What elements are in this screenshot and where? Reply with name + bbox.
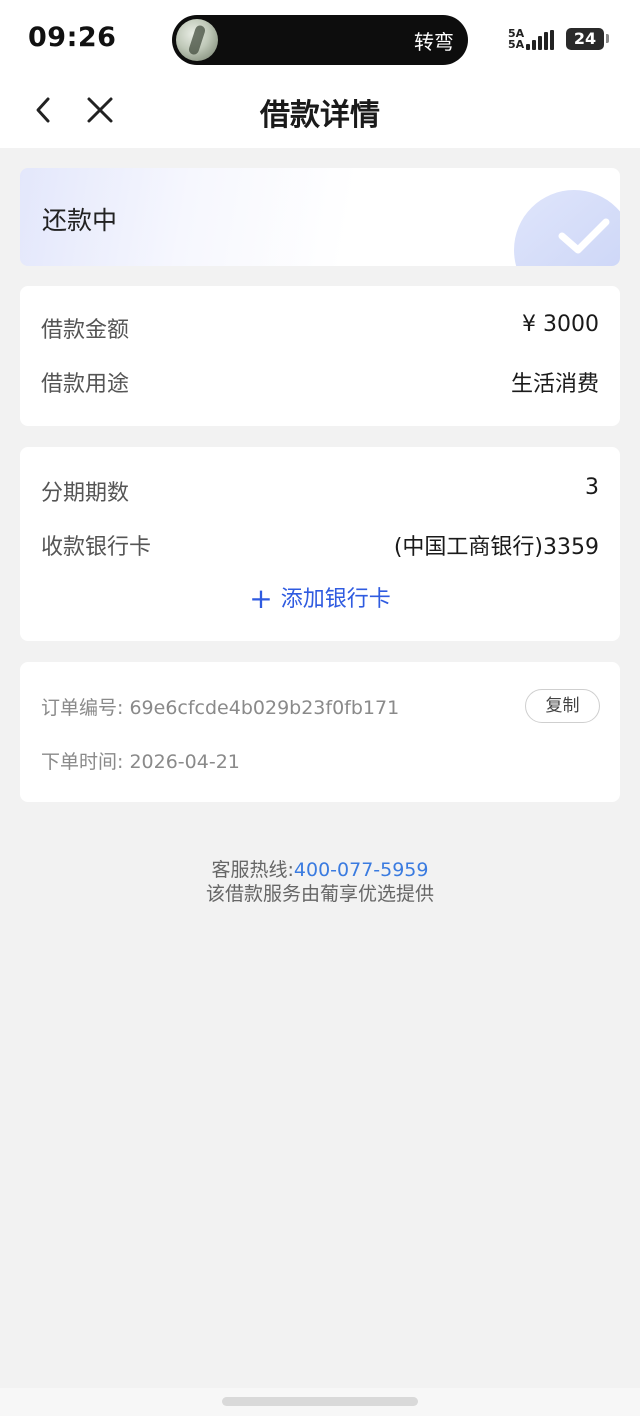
loan-purpose-value: 生活消费 [510, 372, 599, 397]
home-indicator-area [0, 1388, 640, 1416]
island-text: 转弯 [414, 30, 454, 54]
order-number-value: 69e6cfcde4b029b23f0fb171 [129, 697, 400, 719]
home-indicator[interactable] [222, 1397, 418, 1406]
loan-detail-page: 09:26 转弯 5A 5A 24 借款详情 还款中 借款金额 ¥ 3000 借… [0, 0, 640, 1416]
loan-info-card: 借款金额 ¥ 3000 借款用途 生活消费 [20, 286, 620, 426]
bank-card-row[interactable]: 收款银行卡 (中国工商银行)3359 [41, 529, 599, 563]
plus-icon: + [249, 582, 273, 615]
check-icon [558, 218, 610, 254]
loan-purpose-row: 借款用途 生活消费 [41, 366, 599, 400]
battery-icon: 24 [566, 28, 604, 50]
hotline-label: 客服热线: [211, 859, 294, 881]
copy-order-number-button[interactable]: 复制 [525, 689, 600, 723]
add-bank-card-label: 添加银行卡 [280, 587, 391, 612]
order-number-row: 订单编号: 69e6cfcde4b029b23f0fb171 [41, 693, 399, 720]
signal-label-bottom: 5A [508, 38, 525, 51]
order-time-label: 下单时间: [41, 751, 124, 773]
signal-icon: 5A 5A [508, 28, 560, 52]
loan-amount-value: ¥ 3000 [522, 312, 599, 337]
bank-card-label: 收款银行卡 [41, 535, 152, 560]
order-time-row: 下单时间: 2026-04-21 [41, 747, 240, 774]
installment-periods-value: 3 [585, 475, 599, 500]
loan-amount-row: 借款金额 ¥ 3000 [41, 312, 599, 346]
loan-purpose-label: 借款用途 [41, 372, 130, 397]
battery-tip [606, 34, 609, 43]
album-art-icon [176, 19, 218, 61]
signal-bars [526, 30, 554, 50]
order-time-value: 2026-04-21 [129, 751, 240, 773]
installment-periods-label: 分期期数 [41, 481, 130, 506]
status-bar: 09:26 转弯 5A 5A 24 [0, 0, 640, 78]
loan-status-text: 还款中 [42, 206, 118, 235]
hotline-line: 客服热线:400-077-5959 [0, 855, 640, 882]
dynamic-island[interactable]: 转弯 [172, 15, 468, 65]
order-card: 订单编号: 69e6cfcde4b029b23f0fb171 复制 下单时间: … [20, 662, 620, 802]
hotline-number-link[interactable]: 400-077-5959 [294, 859, 429, 881]
bank-card-value: (中国工商银行)3359 [393, 535, 599, 560]
add-bank-card-button[interactable]: + 添加银行卡 [20, 581, 620, 615]
order-number-label: 订单编号: [41, 697, 124, 719]
loan-amount-label: 借款金额 [41, 318, 130, 343]
provider-text: 该借款服务由葡享优选提供 [205, 883, 434, 905]
installment-card: 分期期数 3 收款银行卡 (中国工商银行)3359 + 添加银行卡 [20, 447, 620, 641]
installment-periods-row: 分期期数 3 [41, 475, 599, 509]
loan-status-card: 还款中 [20, 168, 620, 266]
nav-bar: 借款详情 [0, 78, 640, 148]
page-title: 借款详情 [260, 98, 380, 133]
status-time: 09:26 [28, 22, 117, 53]
